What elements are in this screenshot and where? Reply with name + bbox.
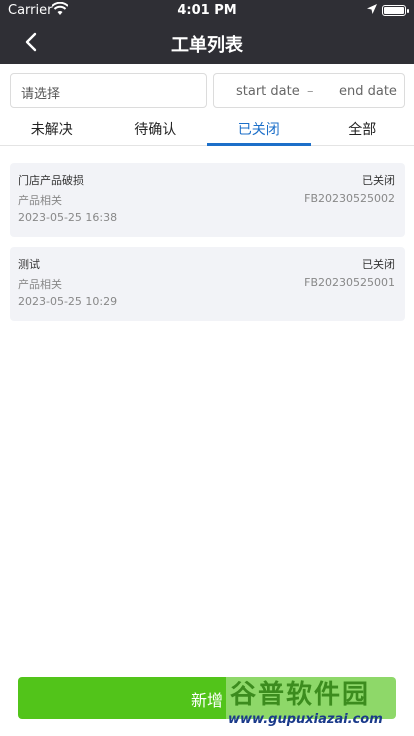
tab-all[interactable]: 全部: [311, 112, 414, 145]
ticket-status: 已关闭: [362, 174, 395, 187]
date-range-picker[interactable]: start date – end date: [213, 73, 405, 108]
ticket-number: FB20230525002: [304, 192, 395, 205]
tab-unresolved[interactable]: 未解决: [0, 112, 104, 145]
ticket-number: FB20230525001: [304, 276, 395, 289]
status-tabs: 未解决 待确认 已关闭 全部: [0, 112, 414, 146]
end-date-field[interactable]: end date: [339, 84, 397, 99]
ticket-category: 产品相关: [18, 278, 62, 291]
page-title: 工单列表: [171, 35, 243, 56]
category-select[interactable]: 请选择: [10, 73, 207, 108]
date-separator: –: [307, 84, 314, 99]
ticket-time: 2023-05-25 16:38: [18, 211, 118, 224]
tab-pending-confirm[interactable]: 待确认: [104, 112, 208, 145]
ticket-category: 产品相关: [18, 194, 62, 207]
ticket-title: 测试: [18, 258, 40, 271]
tab-closed[interactable]: 已关闭: [207, 112, 311, 146]
ticket-card[interactable]: 测试 已关闭 产品相关 FB20230525001 2023-05-25 10:…: [10, 247, 405, 321]
ticket-card[interactable]: 门店产品破损 已关闭 产品相关 FB20230525002 2023-05-25…: [10, 163, 405, 237]
watermark-logo: 谷普软件园 www.gupuxiazai.com: [226, 670, 412, 732]
ticket-status: 已关闭: [362, 258, 395, 271]
ticket-list: 门店产品破损 已关闭 产品相关 FB20230525002 2023-05-25…: [10, 163, 405, 331]
filter-row: 请选择 start date – end date: [10, 73, 405, 109]
start-date-field[interactable]: start date: [236, 84, 300, 99]
watermark-title: 谷普软件园: [230, 680, 371, 710]
ticket-title: 门店产品破损: [18, 174, 84, 187]
location-arrow-icon: [366, 3, 378, 19]
clock: 4:01 PM: [177, 3, 237, 18]
battery-icon: [382, 5, 409, 16]
watermark-url: www.gupuxiazai.com: [228, 712, 383, 727]
nav-bar: 工单列表: [0, 20, 414, 64]
ticket-time: 2023-05-25 10:29: [18, 295, 118, 308]
status-bar: Carrier 4:01 PM: [0, 0, 414, 20]
